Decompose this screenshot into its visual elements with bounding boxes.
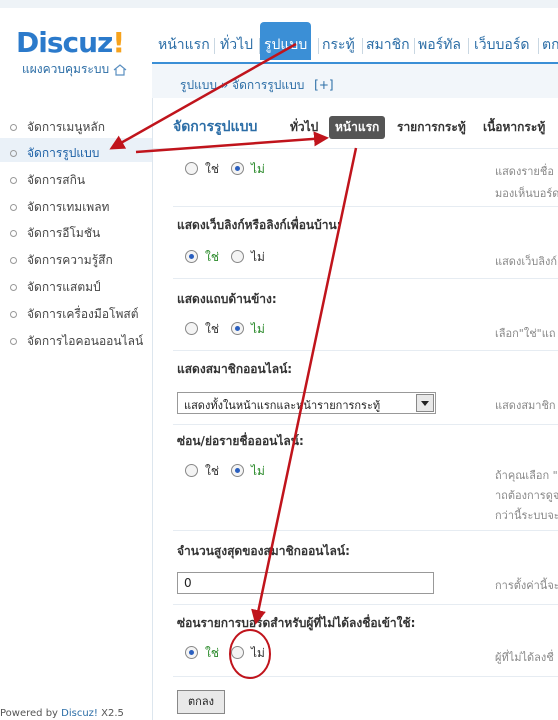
option-no-label: ไม่	[251, 322, 265, 336]
radio-yes[interactable]	[185, 250, 198, 263]
setting-label: ซ่อน/ย่อรายชื่อออนไลน์:	[177, 434, 304, 448]
logo[interactable]: Discuz!	[16, 26, 125, 59]
setting-label: แสดงสมาชิกออนไลน์:	[177, 362, 293, 376]
main-content: จัดการรูปแบบ ทั่วไป หน้าแรก รายการกระทู้…	[153, 98, 558, 720]
option-no-label: ไม่	[251, 250, 265, 264]
row-description: แสดงเว็บลิงก์	[495, 255, 558, 268]
tab-homepage[interactable]: หน้าแรก	[329, 116, 386, 139]
option-yes-label: ใช่	[205, 464, 220, 478]
sidebar-item-templates[interactable]: จัดการเทมเพลท	[10, 198, 109, 217]
option-yes-label: ใช่	[205, 322, 220, 336]
radio-yes[interactable]	[185, 322, 198, 335]
radio-no[interactable]	[231, 162, 244, 175]
sidebar-item-styles[interactable]: จัดการรูปแบบ	[10, 144, 99, 163]
row-description: มองเห็นบอร์ด	[495, 187, 558, 200]
sidebar-item-post-tools[interactable]: จัดการเครื่องมือโพสต์	[10, 305, 139, 324]
main-header: จัดการรูปแบบ ทั่วไป หน้าแรก รายการกระทู้…	[153, 98, 558, 149]
nav-portal[interactable]: พอร์ทัล	[418, 30, 461, 60]
sidebar-item-skins[interactable]: จัดการสกิน	[10, 171, 85, 190]
row-description: าถต้องการดูจ	[495, 489, 558, 502]
sidebar-item-feelings[interactable]: จัดการความรู้สึก	[10, 251, 113, 270]
radio-no[interactable]	[231, 250, 244, 263]
breadcrumb-add[interactable]: [+]	[314, 78, 333, 92]
nav-members[interactable]: สมาชิก	[366, 30, 410, 60]
row-description: ถ้าคุณเลือก "	[495, 469, 558, 482]
sidebar-item-main-menu[interactable]: จัดการเมนูหลัก	[10, 118, 105, 137]
chevron-down-icon[interactable]	[416, 394, 434, 412]
nav-more[interactable]: ตก	[542, 30, 558, 60]
option-yes-label: ใช่	[205, 162, 220, 176]
radio-yes[interactable]	[185, 646, 198, 659]
radio-yes[interactable]	[185, 464, 198, 477]
option-yes-label: ใช่	[205, 646, 220, 660]
breadcrumb-bar: รูปแบบ » จัดการรูปแบบ [+]	[152, 64, 558, 99]
max-online-members-input[interactable]: 0	[177, 572, 434, 594]
option-yes-label: ใช่	[205, 250, 220, 264]
row-description: การตั้งค่านี้จะ	[495, 579, 558, 592]
radio-no[interactable]	[231, 464, 244, 477]
option-no-label: ไม่	[251, 464, 265, 478]
radio-no[interactable]	[231, 322, 244, 335]
nav-style[interactable]: รูปแบบ	[260, 22, 312, 60]
submit-button[interactable]: ตกลง	[177, 690, 225, 714]
radio-no[interactable]	[231, 646, 244, 659]
option-no-label: ไม่	[251, 162, 265, 176]
setting-label: แสดงแถบด้านข้าง:	[177, 292, 277, 306]
row-description: แสดงรายชื่อ	[495, 165, 554, 178]
setting-label: ซ่อนรายการบอร์ดสำหรับผู้ที่ไม่ได้ลงชื่อเ…	[177, 616, 416, 630]
nav-forum[interactable]: เว็บบอร์ด	[474, 30, 529, 60]
online-members-select[interactable]: แสดงทั้งในหน้าแรกและหน้ารายการกระทู้	[177, 392, 436, 414]
breadcrumb-root[interactable]: รูปแบบ	[180, 78, 217, 92]
tab-general[interactable]: ทั่วไป	[290, 118, 318, 137]
nav-general[interactable]: ทั่วไป	[220, 30, 253, 60]
tab-thread-list[interactable]: รายการกระทู้	[397, 118, 466, 137]
option-no-label: ไม่	[251, 646, 265, 660]
sidebar-item-emoticons[interactable]: จัดการอีโมชัน	[10, 224, 100, 243]
sidebar: จัดการเมนูหลัก จัดการรูปแบบ จัดการสกิน จ…	[0, 98, 153, 720]
setting-label: จำนวนสูงสุดของสมาชิกออนไลน์:	[177, 544, 350, 558]
row-description: แสดงสมาชิก	[495, 399, 556, 412]
radio-yes[interactable]	[185, 162, 198, 175]
footer-brand-link[interactable]: Discuz!	[61, 708, 98, 719]
sidebar-item-online-icons[interactable]: จัดการไอคอนออนไลน์	[10, 332, 143, 351]
breadcrumb-current: จัดการรูปแบบ	[232, 78, 305, 92]
page-title: จัดการรูปแบบ	[173, 119, 258, 135]
sidebar-item-stamps[interactable]: จัดการแสตมป์	[10, 278, 101, 297]
row-description: กว่านี้ระบบจะ	[495, 509, 558, 522]
nav-home[interactable]: หน้าแรก	[158, 30, 210, 60]
row-description: ผู้ที่ไม่ได้ลงชื่	[495, 651, 554, 664]
admin-cp-link[interactable]: แผงควบคุมระบบ	[22, 60, 127, 79]
nav-threads[interactable]: กระทู้	[322, 30, 355, 60]
setting-label: แสดงเว็บลิงก์หรือลิงก์เพื่อนบ้าน:	[177, 218, 342, 232]
home-icon	[113, 63, 127, 76]
row-description: เลือก"ใช่"แถ	[495, 327, 556, 340]
footer: Powered by Discuz! X2.5	[0, 708, 124, 719]
tab-thread-content[interactable]: เนื้อหากระทู้	[483, 118, 545, 137]
breadcrumb: รูปแบบ » จัดการรูปแบบ [+]	[180, 78, 334, 92]
